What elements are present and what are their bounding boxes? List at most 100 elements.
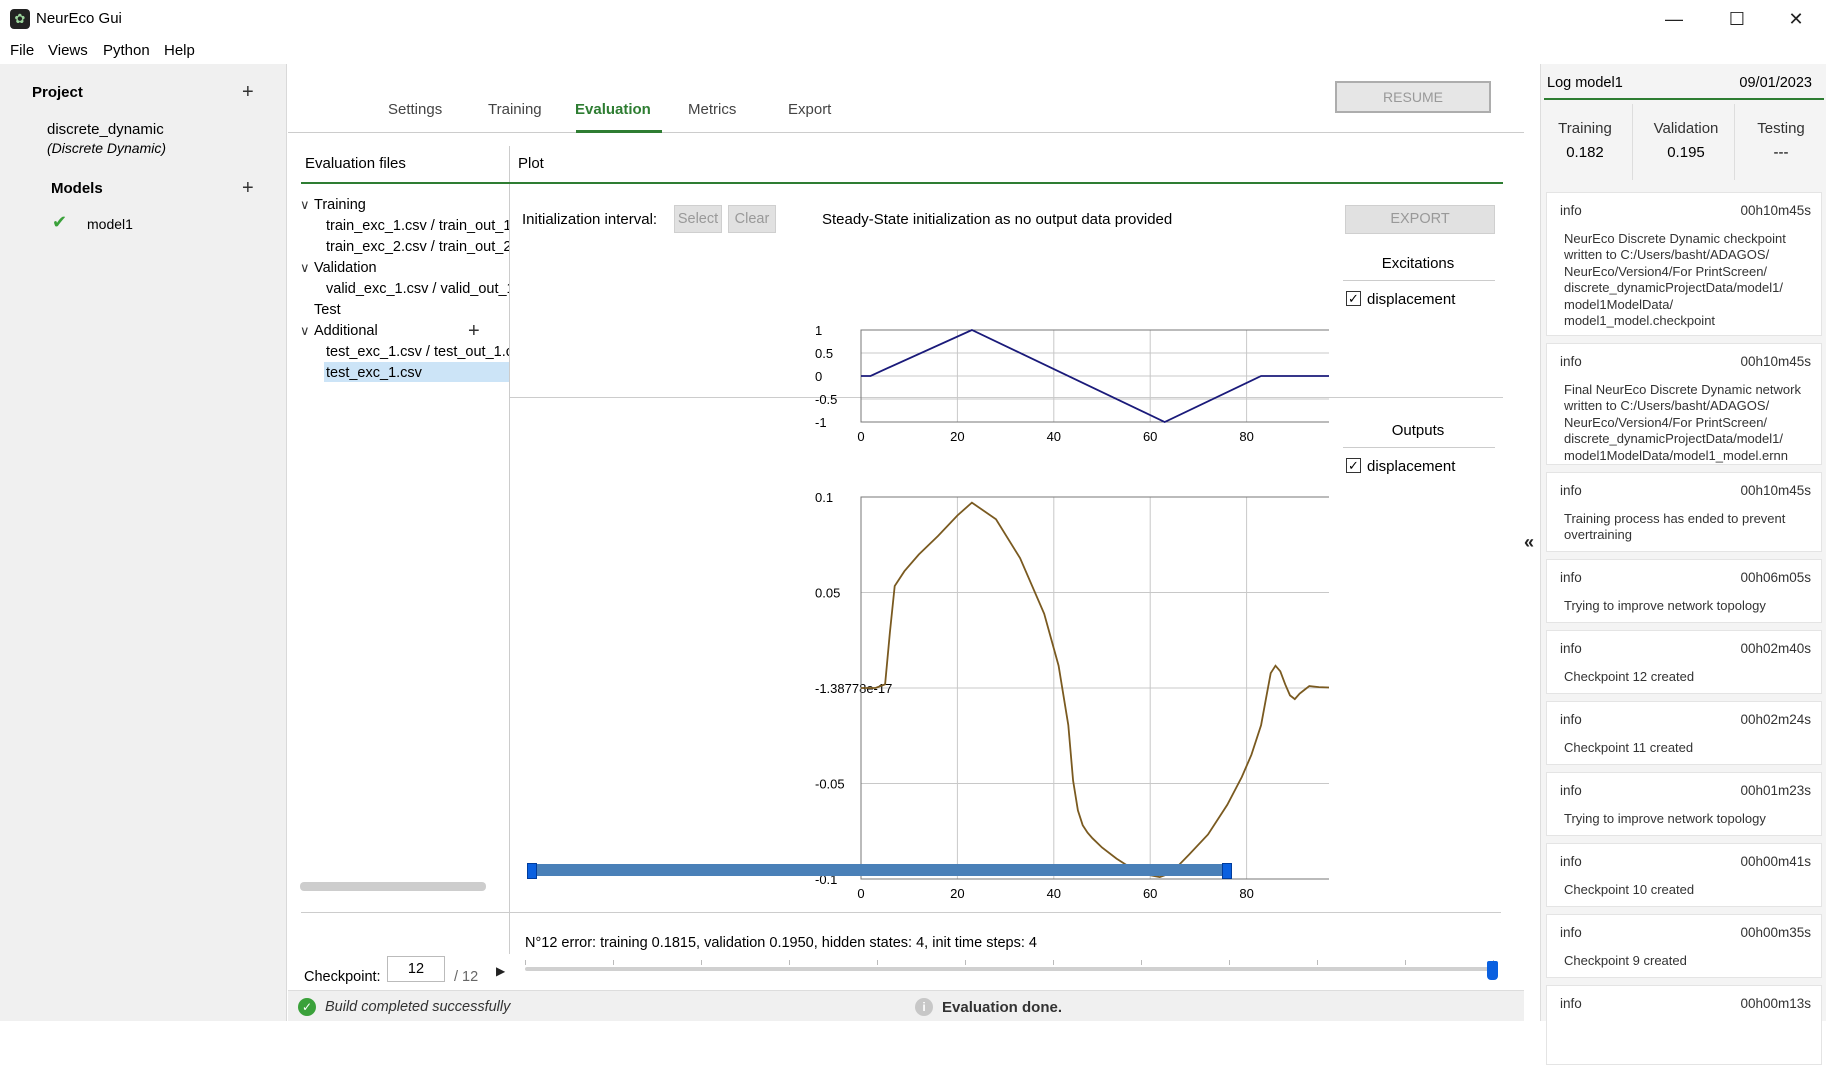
x-tick-label: 60 [1143, 429, 1157, 444]
output-displacement-checkbox[interactable]: ✓ [1346, 458, 1361, 473]
log-entry: info 00h00m41s Checkpoint 10 created [1546, 843, 1822, 907]
log-entry-time: 00h01m23s [1740, 783, 1811, 798]
checkpoint-slider[interactable] [525, 967, 1493, 971]
chevron-down-icon[interactable]: ∨ [300, 323, 310, 339]
y-tick-label: -0.5 [815, 392, 837, 407]
horizontal-scrollbar[interactable] [300, 882, 486, 891]
time-range-slider[interactable] [532, 864, 1226, 876]
y-tick-label: -0.05 [815, 777, 845, 792]
checkpoint-input[interactable]: 12 [387, 956, 445, 982]
plot-header-underline [509, 182, 1503, 184]
slider-tick [613, 960, 614, 965]
add-model-icon[interactable]: + [242, 178, 254, 198]
menu-python[interactable]: Python [103, 42, 150, 59]
maximize-button[interactable]: ☐ [1725, 8, 1749, 30]
model-item[interactable]: model1 [87, 216, 133, 232]
metric-training-label: Training [1558, 120, 1612, 137]
tree-file-additional-1[interactable]: test_exc_1.csv / test_out_1.csv [326, 344, 509, 360]
y-tick-label: 0.5 [815, 346, 833, 361]
tree-file-training-2[interactable]: train_exc_2.csv / train_out_2.csv [326, 239, 509, 255]
metric-testing-value: --- [1773, 144, 1789, 161]
export-button[interactable]: EXPORT [1345, 205, 1495, 234]
tree-file-training-1[interactable]: train_exc_1.csv / train_out_1.csv [326, 218, 509, 234]
close-button[interactable]: ✕ [1784, 8, 1808, 30]
excitation-chart[interactable]: 02040608010012014010.50-0.5-1displacemen… [815, 314, 1329, 444]
build-status: Build completed successfully [325, 999, 511, 1015]
minimize-button[interactable]: — [1662, 8, 1686, 30]
tree-node-test[interactable]: Test [314, 302, 504, 318]
tab-evaluation[interactable]: Evaluation [575, 101, 651, 118]
output-displacement-label[interactable]: displacement [1367, 458, 1455, 475]
add-project-icon[interactable]: + [242, 82, 254, 102]
menu-file[interactable]: File [10, 42, 34, 59]
clear-button[interactable]: Clear [728, 205, 776, 233]
y-tick-label: -1 [815, 415, 827, 430]
log-entry-message: Trying to improve network topology [1564, 598, 1766, 613]
metric-separator [1632, 104, 1633, 180]
menu-help[interactable]: Help [164, 42, 195, 59]
slider-tick [1229, 960, 1230, 965]
log-entry-level: info [1560, 854, 1582, 869]
tree-file-validation-1[interactable]: valid_exc_1.csv / valid_out_1.csv [326, 281, 509, 297]
slider-tick [1317, 960, 1318, 965]
tab-export[interactable]: Export [788, 101, 831, 118]
log-entry: info 00h10m45s Final NeurEco Discrete Dyna… [1546, 343, 1822, 465]
output-chart[interactable]: 0204060801001201400.10.05-1.38778e-17-0.… [815, 481, 1329, 901]
series-line [861, 501, 1329, 879]
chevron-down-icon[interactable]: ∨ [300, 197, 310, 213]
excitation-displacement-label[interactable]: displacement [1367, 291, 1455, 308]
tree-node-training[interactable]: Training [314, 197, 504, 213]
play-icon[interactable]: ▶ [496, 964, 505, 978]
range-end-handle[interactable] [1222, 863, 1232, 879]
window-title: NeurEco Gui [36, 10, 122, 27]
evaluation-files-header: Evaluation files [305, 155, 406, 172]
status-bar: ✓ Build completed successfully i Evaluat… [288, 990, 1524, 1021]
tree-node-additional[interactable]: Additional [314, 323, 464, 339]
slider-tick [1405, 960, 1406, 965]
log-entry-message: Training process has ended to prevent ov… [1564, 511, 1786, 543]
initialization-note: Steady-State initialization as no output… [822, 211, 1173, 228]
menu-views[interactable]: Views [48, 42, 88, 59]
select-button[interactable]: Select [674, 205, 722, 233]
chevron-down-icon[interactable]: ∨ [300, 260, 310, 276]
tree-file-additional-2[interactable]: test_exc_1.csv [326, 365, 509, 381]
tab-training[interactable]: Training [488, 101, 542, 118]
x-tick-label: 40 [1047, 429, 1061, 444]
log-panel: Log model1 09/01/2023 Training 0.182 Val… [1540, 64, 1826, 1065]
log-entry-message: Checkpoint 9 created [1564, 953, 1687, 968]
slider-tick [1053, 960, 1054, 965]
checkpoint-label: Checkpoint: [304, 969, 381, 985]
log-entry-level: info [1560, 570, 1582, 585]
excitation-displacement-checkbox[interactable]: ✓ [1346, 291, 1361, 306]
active-tab-indicator [576, 130, 662, 133]
log-entry-time: 00h10m45s [1740, 354, 1811, 369]
log-entry-time: 00h00m35s [1740, 925, 1811, 940]
initialization-interval-label: Initialization interval: [522, 211, 658, 228]
model-status-check-icon: ✔ [52, 212, 68, 232]
log-entry-time: 00h00m41s [1740, 854, 1811, 869]
resume-button[interactable]: RESUME [1335, 81, 1491, 113]
y-tick-label: 0.1 [815, 490, 833, 505]
slider-tick [877, 960, 878, 965]
log-entry: info 00h10m45s Training process has ended … [1546, 472, 1822, 552]
excitations-divider [1343, 280, 1495, 281]
slider-tick [1141, 960, 1142, 965]
tab-settings[interactable]: Settings [388, 101, 442, 118]
log-entry-time: 00h00m13s [1740, 996, 1811, 1011]
log-title: Log model1 [1547, 75, 1623, 91]
checkpoint-slider-handle[interactable] [1487, 961, 1498, 980]
metric-testing-label: Testing [1757, 120, 1805, 137]
log-entry: info 00h06m05s Trying to improve network t… [1546, 559, 1822, 623]
log-entry-message: Checkpoint 12 created [1564, 669, 1695, 684]
log-entry: info 00h02m40s Checkpoint 12 created [1546, 630, 1822, 694]
tab-metrics[interactable]: Metrics [688, 101, 736, 118]
checkpoint-total: / 12 [454, 969, 479, 985]
collapse-log-icon[interactable]: « [1524, 532, 1534, 553]
plots-canvas[interactable]: 02040608010012014010.50-0.5-1displacemen… [509, 292, 1329, 912]
project-name[interactable]: discrete_dynamic [47, 121, 164, 138]
log-entry-time: 00h06m05s [1740, 570, 1811, 585]
tree-node-validation[interactable]: Validation [314, 260, 504, 276]
menu-bar: File Views Python Help [0, 38, 1826, 64]
range-start-handle[interactable] [527, 863, 537, 879]
add-file-icon[interactable]: + [468, 321, 480, 341]
